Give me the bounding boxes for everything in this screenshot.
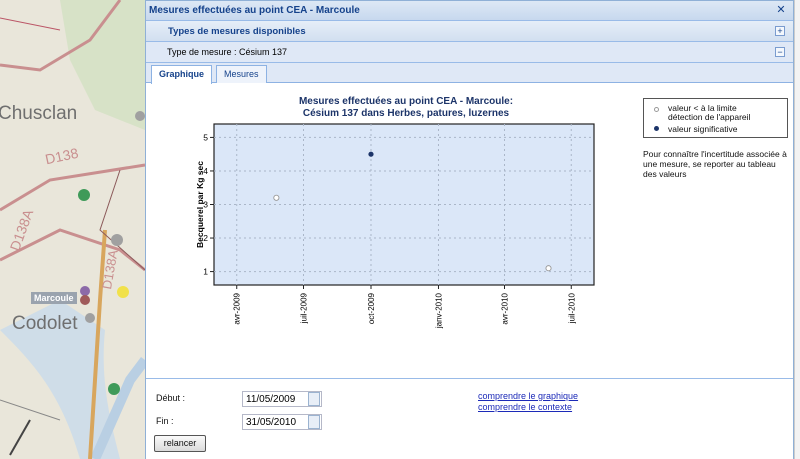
data-point-significant <box>368 151 374 157</box>
y-axis-label: Becquerel par Kg sec <box>195 161 205 248</box>
date-form: Début : Fin : comprendre le graphique co… <box>146 378 793 459</box>
x-tick-label: oct-2009 <box>367 292 376 324</box>
collapse-icon[interactable]: − <box>775 47 785 57</box>
tab-mesures[interactable]: Mesures <box>216 65 267 83</box>
expand-icon[interactable]: + <box>775 26 785 36</box>
marker-green <box>108 383 120 395</box>
data-point-below-limit <box>273 194 280 201</box>
types-panel-header[interactable]: Types de mesures disponibles + <box>146 21 793 42</box>
marker-purple <box>80 286 90 296</box>
boundary <box>0 399 61 421</box>
place-label: Codolet <box>12 313 78 334</box>
type-panel-label: Type de mesure : Césium 137 <box>167 47 288 57</box>
chart-title: Mesures effectuées au point CEA - Marcou… <box>298 96 514 107</box>
legend-label-filled: valeur significative <box>668 124 738 134</box>
fin-label: Fin : <box>156 416 174 426</box>
window-title: Mesures effectuées au point CEA - Marcou… <box>149 5 360 16</box>
types-panel-label: Types de mesures disponibles <box>168 26 306 37</box>
debut-label: Début : <box>156 393 186 403</box>
place-label: Chusclan <box>0 103 78 124</box>
scatter-chart: avr-2009 juil-2009 oct-2009 janv-2010 avr-20… <box>195 123 595 329</box>
y-tick-label: 1 <box>203 267 208 277</box>
measurement-window: Mesures effectuées au point CEA - Marcou… <box>145 0 794 459</box>
marker-grey <box>85 313 95 323</box>
window-titlebar[interactable]: Mesures effectuées au point CEA - Marcou… <box>146 1 793 21</box>
marker-yellow <box>117 286 129 298</box>
tab-graphique[interactable]: Graphique <box>151 65 213 84</box>
chart-legend: valeur < à la limite détection de l'appa… <box>643 98 788 138</box>
legend-open-marker <box>654 107 659 112</box>
x-tick-label: juil-2010 <box>567 292 576 324</box>
legend-filled-marker <box>654 126 659 131</box>
link-comprendre-contexte[interactable]: comprendre le contexte <box>478 402 572 412</box>
x-tick-label: janv-2010 <box>434 292 443 329</box>
close-icon[interactable]: ✕ <box>775 4 787 16</box>
chart-panel: Mesures effectuées au point CEA - Marcou… <box>146 83 793 377</box>
type-panel-header[interactable]: Type de mesure : Césium 137 − <box>146 42 793 63</box>
uncertainty-note: Pour connaître l'incertitude associée à … <box>643 149 787 179</box>
boundary <box>0 17 61 31</box>
link-comprendre-graphique[interactable]: comprendre le graphique <box>478 391 578 401</box>
road <box>0 163 146 212</box>
data-point-below-limit <box>545 265 552 272</box>
page-scrollbar[interactable] <box>794 0 800 459</box>
marker-red <box>80 295 90 305</box>
legend-label-open-2: détection de l'appareil <box>668 112 751 122</box>
relancer-button[interactable]: relancer <box>154 435 206 452</box>
y-tick-label: 5 <box>203 132 208 142</box>
x-tick-label: avr-2010 <box>501 292 510 324</box>
marker-green <box>78 189 90 201</box>
marker-label[interactable]: Marcoule <box>31 292 77 304</box>
tab-bar: Graphique Mesures <box>146 63 793 84</box>
rail <box>9 419 31 456</box>
x-tick-label: juil-2009 <box>299 292 308 324</box>
x-tick-label: avr-2009 <box>233 292 242 324</box>
marker-grey <box>111 234 123 246</box>
calendar-icon[interactable] <box>308 415 320 429</box>
calendar-icon[interactable] <box>308 392 320 406</box>
marker-grey <box>135 111 145 121</box>
